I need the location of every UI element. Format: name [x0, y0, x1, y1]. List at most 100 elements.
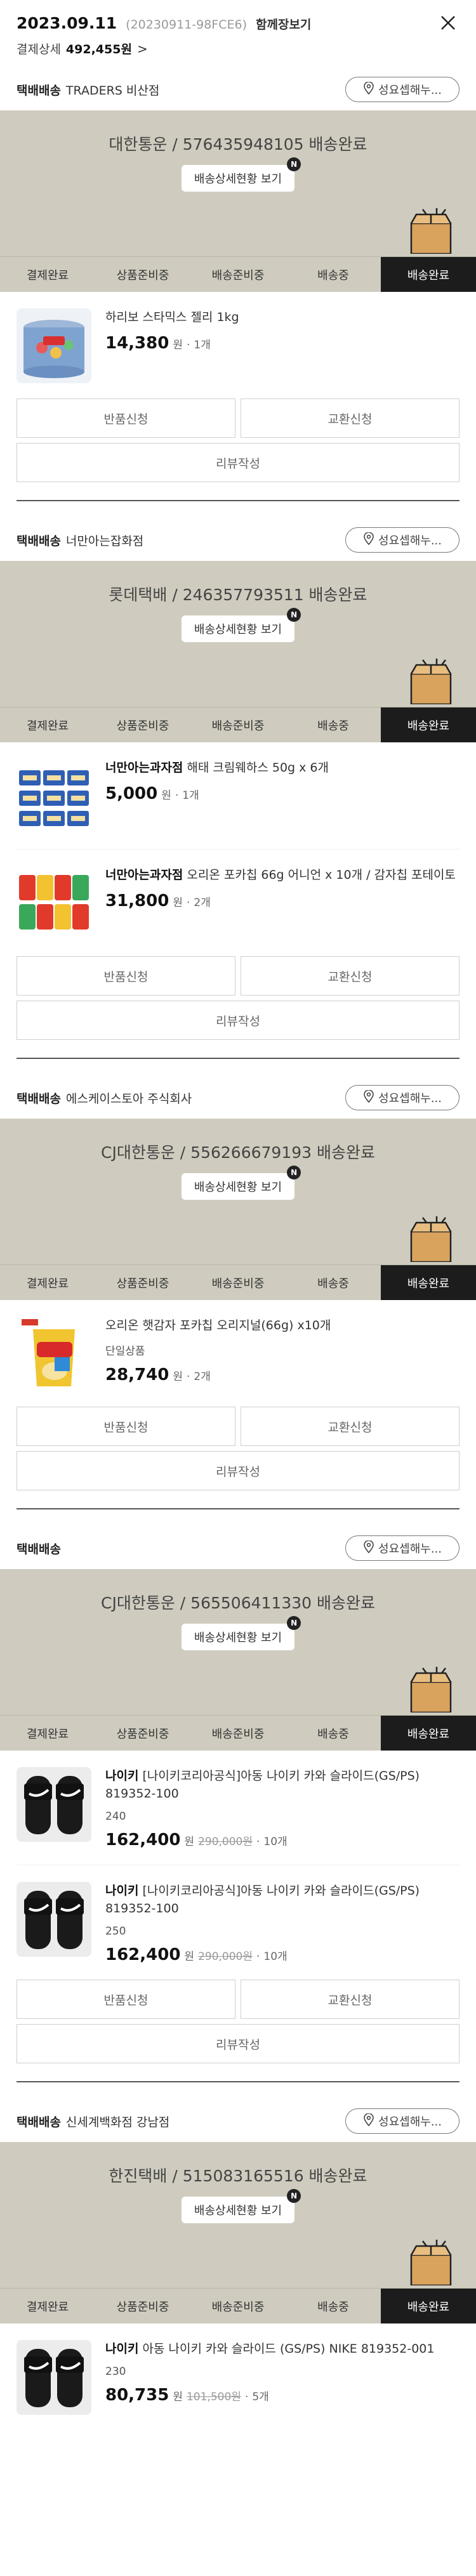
product-brand: 너만아는과자점 — [105, 868, 183, 882]
progress-step: 배송중 — [317, 719, 349, 733]
delivery-progress-steps: 결제완료 상품준비중 배송준비중 배송중 배송완료 — [0, 2288, 476, 2323]
progress-step: 배송준비중 — [211, 268, 265, 282]
store-location-button[interactable]: 성요셉해누... — [345, 77, 459, 102]
progress-step: 배송준비중 — [211, 2300, 265, 2314]
write-review-button[interactable]: 리뷰작성 — [17, 443, 459, 482]
delivery-detail-button[interactable]: 배송상세현황 보기 N — [181, 1616, 301, 1650]
progress-step: 상품준비중 — [116, 2300, 169, 2314]
progress-step: 상품준비중 — [116, 268, 169, 282]
delivery-detail-button[interactable]: 배송상세현황 보기 N — [181, 608, 301, 642]
exchange-request-button[interactable]: 교환신청 — [241, 1980, 459, 2019]
delivery-detail-button[interactable]: 배송상세현황 보기 N — [181, 2189, 301, 2223]
write-review-button[interactable]: 리뷰작성 — [17, 1451, 459, 1490]
product-item[interactable]: 나이키 [나이키코리아공식]아동 나이키 카와 슬라이드(GS/PS) 8193… — [0, 1865, 476, 1980]
product-name: 오리온 햇감자 포카칩 오리지널(66g) x10개 — [105, 1317, 459, 1334]
close-icon[interactable] — [438, 13, 458, 33]
product-item[interactable]: 오리온 햇감자 포카칩 오리지널(66g) x10개 단일상품 28,740 원 · 2개 — [0, 1300, 476, 1407]
progress-step: 상품준비중 — [116, 719, 169, 733]
return-request-button[interactable]: 반품신청 — [17, 956, 235, 996]
new-badge: N — [287, 1166, 301, 1180]
wafer-image — [17, 759, 91, 834]
product-price: 28,740 — [105, 1365, 169, 1384]
product-title: 아동 나이키 카와 슬라이드 (GS/PS) NIKE 819352-001 — [142, 2342, 435, 2356]
exchange-request-button[interactable]: 교환신청 — [241, 1407, 459, 1446]
product-brand: 나이키 — [105, 1884, 139, 1898]
progress-step: 배송완료 — [381, 707, 476, 742]
seller-name: 신세계백화점 강남점 — [65, 2115, 170, 2129]
price-row: 28,740 원 · 2개 — [105, 1365, 459, 1384]
product-name: 나이키 [나이키코리아공식]아동 나이키 카와 슬라이드(GS/PS) 8193… — [105, 1882, 459, 1917]
section-header: 택배배송 TRADERS 비산점 성요셉해누... — [0, 69, 476, 110]
return-request-button[interactable]: 반품신청 — [17, 1407, 235, 1446]
delivery-detail-label: 배송상세현황 보기 — [194, 2204, 282, 2218]
delivery-type: 택배배송 — [17, 1091, 61, 1106]
write-review-button[interactable]: 리뷰작성 — [17, 1001, 459, 1040]
tracking-status-text: 롯데택배 / 246357793511 배송완료 — [109, 586, 367, 604]
tracking-status-text: CJ대한통운 / 556266679193 배송완료 — [101, 1143, 375, 1162]
delivery-detail-label: 배송상세현황 보기 — [194, 173, 282, 186]
product-item[interactable]: 나이키 아동 나이키 카와 슬라이드 (GS/PS) NIKE 819352-0… — [0, 2323, 476, 2430]
new-badge: N — [287, 1616, 301, 1630]
product-item[interactable]: 하리보 스타믹스 젤리 1kg 14,380 원 · 1개 — [0, 292, 476, 398]
product-info: 나이키 [나이키코리아공식]아동 나이키 카와 슬라이드(GS/PS) 8193… — [105, 1767, 459, 1850]
product-info: 오리온 햇감자 포카칩 오리지널(66g) x10개 단일상품 28,740 원 · 2개 — [105, 1317, 459, 1391]
store-location-button[interactable]: 성요셉해누... — [345, 527, 459, 553]
delivery-progress-steps: 결제완료 상품준비중 배송준비중 배송중 배송완료 — [0, 1715, 476, 1751]
location-pin-icon — [363, 1089, 374, 1106]
store-location-label: 성요셉해누... — [378, 1092, 442, 1105]
write-review-button[interactable]: 리뷰작성 — [17, 2024, 459, 2063]
seller-title: 택배배송 에스케이스토아 주식회사 — [17, 1089, 192, 1107]
product-title: [나이키코리아공식]아동 나이키 카와 슬라이드(GS/PS) 819352-1… — [105, 1884, 420, 1916]
chevron-right-icon: > — [136, 41, 148, 56]
store-location-button[interactable]: 성요셉해누... — [345, 2108, 459, 2134]
delivered-box-icon — [404, 2238, 457, 2288]
separator: · — [175, 789, 179, 802]
product-brand: 너만아는과자점 — [105, 761, 183, 775]
store-location-button[interactable]: 성요셉해누... — [345, 1085, 459, 1110]
store-location-label: 성요셉해누... — [378, 534, 442, 548]
progress-step: 결제완료 — [26, 2300, 69, 2314]
product-name: 너만아는과자점 오리온 포카칩 66g 어니언 x 10개 / 감자칩 포테이토 — [105, 866, 459, 884]
product-item[interactable]: 너만아는과자점 해태 크림웨하스 50g x 6개 5,000 원 · 1개 — [0, 742, 476, 849]
delivery-section: 택배배송 에스케이스토아 주식회사 성요셉해누... CJ대한통운 / 5562666… — [0, 1077, 476, 1527]
product-name: 나이키 [나이키코리아공식]아동 나이키 카와 슬라이드(GS/PS) 8193… — [105, 1767, 459, 1803]
pokachip-image — [17, 866, 91, 941]
separator: · — [186, 339, 190, 352]
delivery-status-banner: 대한통운 / 576435948105 배송완료배송상세현황 보기 N — [0, 110, 476, 256]
exchange-request-button[interactable]: 교환신청 — [241, 398, 459, 438]
progress-step: 배송중 — [317, 1277, 349, 1291]
progress-step: 배송중 — [317, 268, 349, 282]
order-number: (20230911-98FCE6) — [126, 18, 248, 32]
store-location-button[interactable]: 성요셉해누... — [345, 1535, 459, 1561]
product-item[interactable]: 너만아는과자점 오리온 포카칩 66g 어니언 x 10개 / 감자칩 포테이토… — [0, 850, 476, 956]
product-quantity: 5개 — [252, 2391, 269, 2403]
progress-step: 배송중 — [317, 2300, 349, 2314]
location-pin-icon — [363, 81, 374, 98]
product-option: 250 — [105, 1925, 126, 1938]
delivery-detail-button[interactable]: 배송상세현황 보기 N — [181, 1166, 301, 1200]
product-title: 오리온 햇감자 포카칩 오리지널(66g) x10개 — [105, 1318, 331, 1332]
payment-summary-link[interactable]: 결제상세 492,455원 > — [17, 40, 459, 57]
progress-step: 배송준비중 — [211, 1277, 265, 1291]
return-request-button[interactable]: 반품신청 — [17, 1980, 235, 2019]
delivery-status-banner: 롯데택배 / 246357793511 배송완료배송상세현황 보기 N — [0, 561, 476, 707]
tracking-status-text: 한진택배 / 515083165516 배송완료 — [109, 2167, 367, 2185]
location-pin-icon — [363, 1539, 374, 1556]
product-item[interactable]: 나이키 [나이키코리아공식]아동 나이키 카와 슬라이드(GS/PS) 8193… — [0, 1751, 476, 1865]
return-request-button[interactable]: 반품신청 — [17, 398, 235, 438]
delivery-detail-label: 배송상세현황 보기 — [194, 1631, 282, 1645]
product-quantity: 1개 — [194, 339, 211, 352]
product-name: 나이키 아동 나이키 카와 슬라이드 (GS/PS) NIKE 819352-0… — [105, 2340, 459, 2358]
delivery-detail-button[interactable]: 배송상세현황 보기 N — [181, 157, 301, 192]
payment-summary-label: 결제상세 — [17, 43, 61, 56]
delivery-detail-label: 배송상세현황 보기 — [194, 1181, 282, 1194]
tracking-status-text: 대한통운 / 576435948105 배송완료 — [109, 135, 367, 154]
delivery-type: 택배배송 — [17, 534, 61, 548]
product-price: 162,400 — [105, 1945, 181, 1964]
exchange-request-button[interactable]: 교환신청 — [241, 956, 459, 996]
original-price: 101,500원 — [186, 2391, 241, 2403]
product-title: [나이키코리아공식]아동 나이키 카와 슬라이드(GS/PS) 819352-1… — [105, 1769, 420, 1801]
section-header: 택배배송 신세계백화점 강남점 성요셉해누... — [0, 2100, 476, 2142]
delivery-section: 택배배송 TRADERS 비산점 성요셉해누... 대한통운 / 5764359481… — [0, 69, 476, 519]
delivery-status-banner: 한진택배 / 515083165516 배송완료배송상세현황 보기 N — [0, 2142, 476, 2288]
